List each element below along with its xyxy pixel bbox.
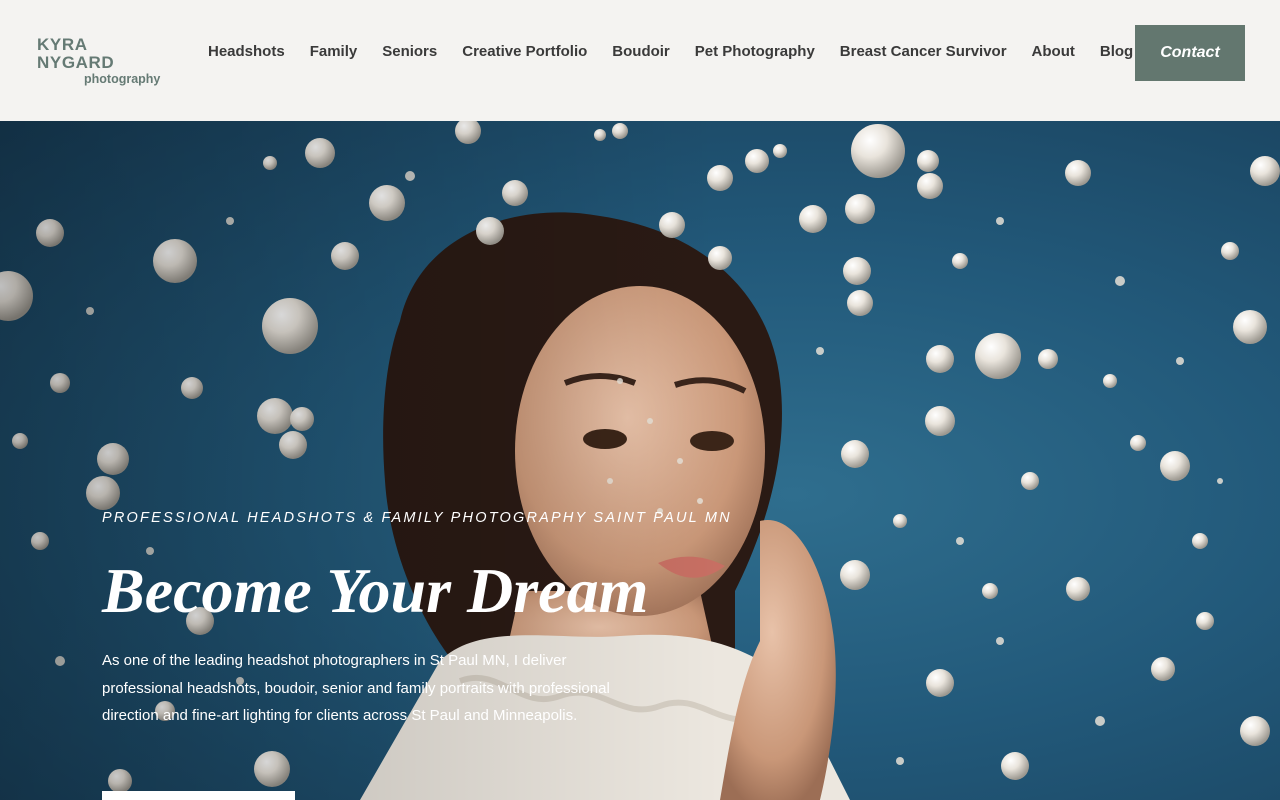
main-nav: Headshots Family Seniors Creative Portfo… <box>208 41 1158 62</box>
hero-description: As one of the leading headshot photograp… <box>102 652 610 724</box>
hero-section: PROFESSIONAL HEADSHOTS & FAMILY PHOTOGRA… <box>0 121 1280 800</box>
hero-cta-button[interactable] <box>102 791 295 800</box>
nav-item-about[interactable]: About <box>1032 41 1075 62</box>
site-header: KYRA NYGARD photography Headshots Family… <box>0 0 1280 121</box>
hero-eyebrow: PROFESSIONAL HEADSHOTS & FAMILY PHOTOGRA… <box>102 510 732 526</box>
nav-item-blog[interactable]: Blog <box>1100 41 1133 62</box>
site-logo[interactable]: KYRA NYGARD photography <box>37 35 162 87</box>
logo-tagline: photography <box>84 72 161 86</box>
logo-name: KYRA NYGARD <box>37 35 115 72</box>
nav-item-pet-photography[interactable]: Pet Photography <box>695 41 815 62</box>
nav-item-family[interactable]: Family <box>310 41 358 62</box>
nav-item-boudoir[interactable]: Boudoir <box>612 41 670 62</box>
contact-button[interactable]: Contact <box>1135 25 1245 81</box>
nav-item-creative-portfolio[interactable]: Creative Portfolio <box>462 41 587 62</box>
nav-item-seniors[interactable]: Seniors <box>382 41 437 62</box>
hero-headline: Become Your Dream <box>102 555 649 626</box>
nav-item-headshots[interactable]: Headshots <box>208 41 285 62</box>
nav-item-breast-cancer-survivor[interactable]: Breast Cancer Survivor <box>840 41 1007 62</box>
